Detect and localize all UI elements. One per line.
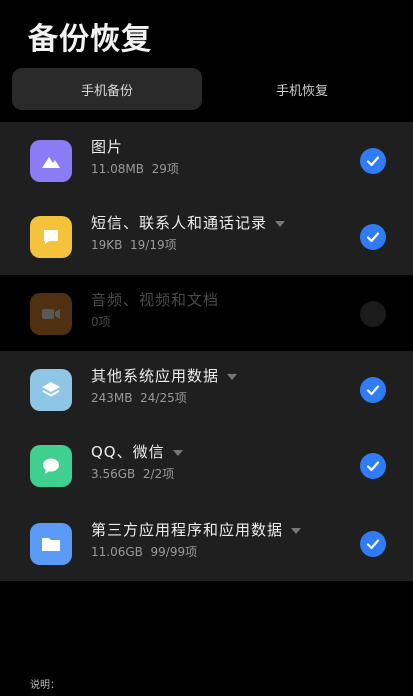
chevron-down-icon[interactable] [275, 220, 286, 227]
checkbox-unchecked[interactable] [360, 301, 386, 327]
notes-label: 说明： [30, 680, 60, 691]
tab-bar: 手机备份 手机恢复 [12, 68, 402, 110]
item-name: 音频、视频和文档 [91, 291, 220, 309]
checkbox-checked[interactable] [360, 148, 386, 174]
folder-icon [30, 523, 72, 565]
tab-phone-restore[interactable]: 手机恢复 [202, 68, 402, 110]
chevron-down-icon[interactable] [291, 527, 302, 534]
list-item-audio-video-docs[interactable]: 音频、视频和文档 0项 [0, 275, 413, 351]
layers-icon [30, 369, 72, 411]
item-name: 短信、联系人和通话记录 [91, 212, 286, 233]
chevron-down-icon[interactable] [227, 373, 238, 380]
tab-phone-backup[interactable]: 手机备份 [12, 68, 202, 110]
checkbox-checked[interactable] [360, 531, 386, 557]
item-meta: 3.56GB 2/2项 [91, 467, 175, 481]
chat-icon [30, 445, 72, 487]
video-icon [30, 293, 72, 335]
item-meta: 19KB 19/19项 [91, 238, 177, 252]
list-item-images[interactable]: 图片 11.08MB 29项 [0, 122, 413, 198]
item-meta: 11.08MB 29项 [91, 162, 179, 176]
image-icon [30, 140, 72, 182]
checkbox-checked[interactable] [360, 224, 386, 250]
checkbox-checked[interactable] [360, 377, 386, 403]
item-name: QQ、微信 [91, 441, 183, 462]
item-name: 第三方应用程序和应用数据 [91, 519, 302, 540]
page-title: 备份恢复 [28, 22, 152, 57]
item-meta: 243MB 24/25项 [91, 391, 187, 405]
chevron-down-icon[interactable] [172, 449, 183, 456]
item-meta: 0项 [91, 315, 111, 329]
message-icon [30, 216, 72, 258]
list-item-third-party-apps[interactable]: 第三方应用程序和应用数据 11.06GB 99/99项 [0, 505, 413, 581]
item-name: 其他系统应用数据 [91, 365, 238, 386]
list-item-system-app-data[interactable]: 其他系统应用数据 243MB 24/25项 [0, 351, 413, 427]
item-name: 图片 [91, 138, 124, 156]
list-item-qq-wechat[interactable]: QQ、微信 3.56GB 2/2项 [0, 427, 413, 503]
item-meta: 11.06GB 99/99项 [91, 545, 198, 559]
checkbox-checked[interactable] [360, 453, 386, 479]
list-item-sms-contacts-calls[interactable]: 短信、联系人和通话记录 19KB 19/19项 [0, 198, 413, 274]
